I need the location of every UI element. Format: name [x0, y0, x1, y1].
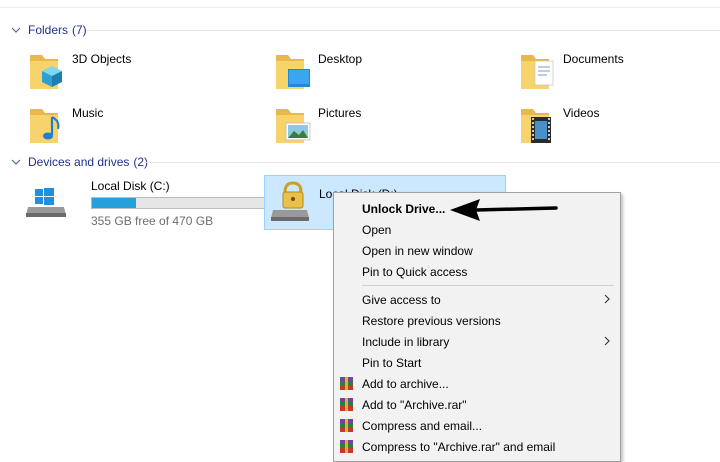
folder-pictures[interactable]: Pictures	[274, 103, 361, 147]
music-folder-icon	[30, 109, 60, 143]
menu-item-compress-email[interactable]: Compress and email...	[334, 415, 620, 436]
menu-item-open-new-window[interactable]: Open in new window	[334, 240, 620, 261]
folder-videos[interactable]: Videos	[519, 103, 599, 147]
drive-usage-fill	[92, 198, 137, 208]
drive-usage-bar	[91, 197, 273, 209]
menu-item-label: Compress and email...	[362, 418, 483, 433]
menu-separator	[362, 285, 614, 286]
menu-item-unlock-drive[interactable]: Unlock Drive...	[334, 198, 620, 219]
folders-group-count: (7)	[72, 23, 87, 37]
menu-item-add-archive-rar[interactable]: Add to "Archive.rar"	[334, 394, 620, 415]
menu-item-label: Restore previous versions	[362, 313, 501, 328]
menu-item-label: Open in new window	[362, 243, 473, 258]
menu-item-label: Give access to	[362, 292, 441, 307]
drives-group-label: Devices and drives	[28, 155, 130, 169]
menu-item-pin-quick-access[interactable]: Pin to Quick access	[334, 261, 620, 282]
menu-item-label: Compress to "Archive.rar" and email	[362, 439, 556, 454]
folders-group-label: Folders	[28, 23, 69, 37]
menu-item-give-access[interactable]: Give access to	[334, 289, 620, 310]
drive-c[interactable]: Local Disk (C:) 355 GB free of 470 GB	[18, 177, 273, 228]
chevron-down-icon[interactable]	[10, 25, 24, 35]
menu-item-label: Add to "Archive.rar"	[362, 397, 467, 412]
drives-header-rule	[144, 162, 720, 163]
desktop-folder-icon	[276, 55, 310, 89]
folder-desktop[interactable]: Desktop	[274, 49, 362, 93]
pictures-folder-icon	[276, 109, 311, 143]
folders-group-header[interactable]: Folders (7)	[10, 21, 87, 39]
menu-item-include-library[interactable]: Include in library	[334, 331, 620, 352]
menu-item-label: Unlock Drive...	[362, 201, 446, 216]
locked-drive-icon	[271, 181, 309, 221]
menu-item-label: Open	[362, 222, 392, 237]
menu-item-open[interactable]: Open	[334, 219, 620, 240]
drives-group-header[interactable]: Devices and drives (2)	[10, 153, 148, 171]
menu-item-restore-versions[interactable]: Restore previous versions	[334, 310, 620, 331]
windows-drive-icon	[26, 188, 66, 217]
winrar-icon	[340, 377, 353, 390]
folder-name: Music	[72, 106, 104, 120]
top-divider	[0, 7, 720, 8]
menu-item-label: Add to archive...	[362, 376, 449, 391]
menu-item-compress-archive-email[interactable]: Compress to "Archive.rar" and email	[334, 436, 620, 457]
folders-header-rule	[86, 30, 720, 31]
context-menu: Unlock Drive... Open Open in new window …	[333, 192, 621, 462]
winrar-icon	[340, 419, 353, 432]
documents-folder-icon	[521, 55, 554, 89]
menu-item-label: Pin to Quick access	[362, 264, 468, 279]
winrar-icon	[340, 398, 353, 411]
folder-documents[interactable]: Documents	[519, 49, 624, 93]
winrar-icon	[340, 440, 353, 453]
folder-name: Videos	[563, 106, 600, 120]
menu-item-add-archive[interactable]: Add to archive...	[334, 373, 620, 394]
folder-name: Pictures	[318, 106, 362, 120]
drive-name: Local Disk (C:)	[91, 179, 170, 193]
folder-name: Documents	[563, 52, 624, 66]
folder-name: Desktop	[318, 52, 363, 66]
folder-3d-objects[interactable]: 3D Objects	[28, 49, 131, 93]
videos-folder-icon	[521, 109, 551, 143]
chevron-right-icon	[604, 336, 610, 346]
3d-objects-folder-icon	[30, 55, 62, 89]
folder-name: 3D Objects	[72, 52, 132, 66]
folder-music[interactable]: Music	[28, 103, 103, 147]
chevron-right-icon	[604, 294, 610, 304]
chevron-down-icon[interactable]	[10, 157, 24, 167]
drive-free-space: 355 GB free of 470 GB	[91, 214, 214, 228]
menu-item-pin-start[interactable]: Pin to Start	[334, 352, 620, 373]
menu-item-label: Include in library	[362, 334, 450, 349]
menu-item-label: Pin to Start	[362, 355, 422, 370]
